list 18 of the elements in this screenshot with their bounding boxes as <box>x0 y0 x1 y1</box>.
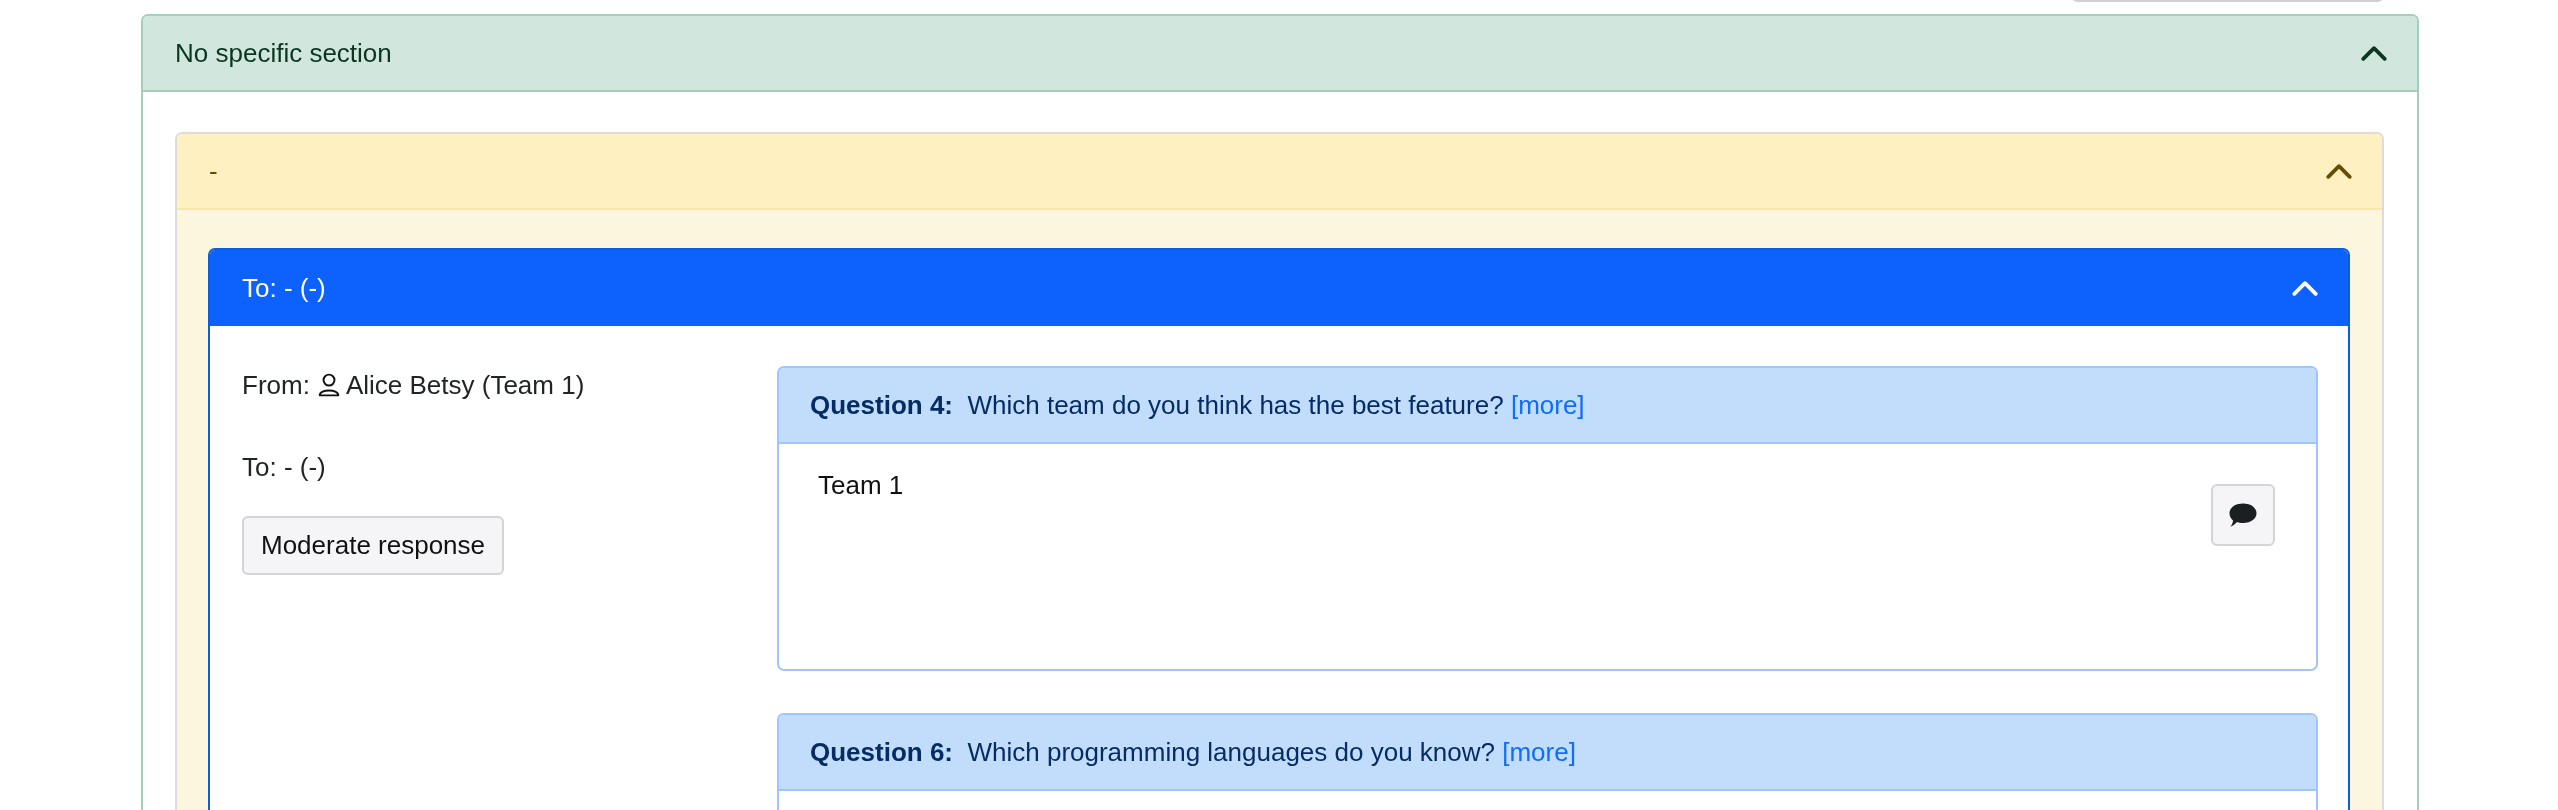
response-header[interactable]: To: - (-) <box>210 250 2348 326</box>
section-header[interactable]: No specific section <box>143 16 2417 92</box>
chevron-icon[interactable] <box>2361 45 2387 61</box>
question-text: Question 6: Which programming languages do you know? [more] <box>810 736 1576 768</box>
from-label: From: <box>242 369 310 401</box>
moderate-response-button[interactable]: Moderate response <box>242 516 505 575</box>
response-title: To: - (-) <box>242 272 326 304</box>
sender-name: Alice Betsy (Team 1) <box>345 369 585 401</box>
question-text: Question 4: Which team do you think has the best feature? [more] <box>810 389 1585 421</box>
answer-text: Team 1 <box>818 470 904 501</box>
group-title: - <box>209 155 218 187</box>
group-header[interactable]: - <box>177 134 2382 210</box>
person-icon <box>317 373 340 397</box>
section-title: No specific section <box>175 37 392 69</box>
comment-button[interactable] <box>2211 484 2275 546</box>
speech-bubble-icon <box>2228 501 2258 529</box>
recipient-text: To: - (-) <box>242 451 326 484</box>
chevron-icon[interactable] <box>2326 163 2352 179</box>
